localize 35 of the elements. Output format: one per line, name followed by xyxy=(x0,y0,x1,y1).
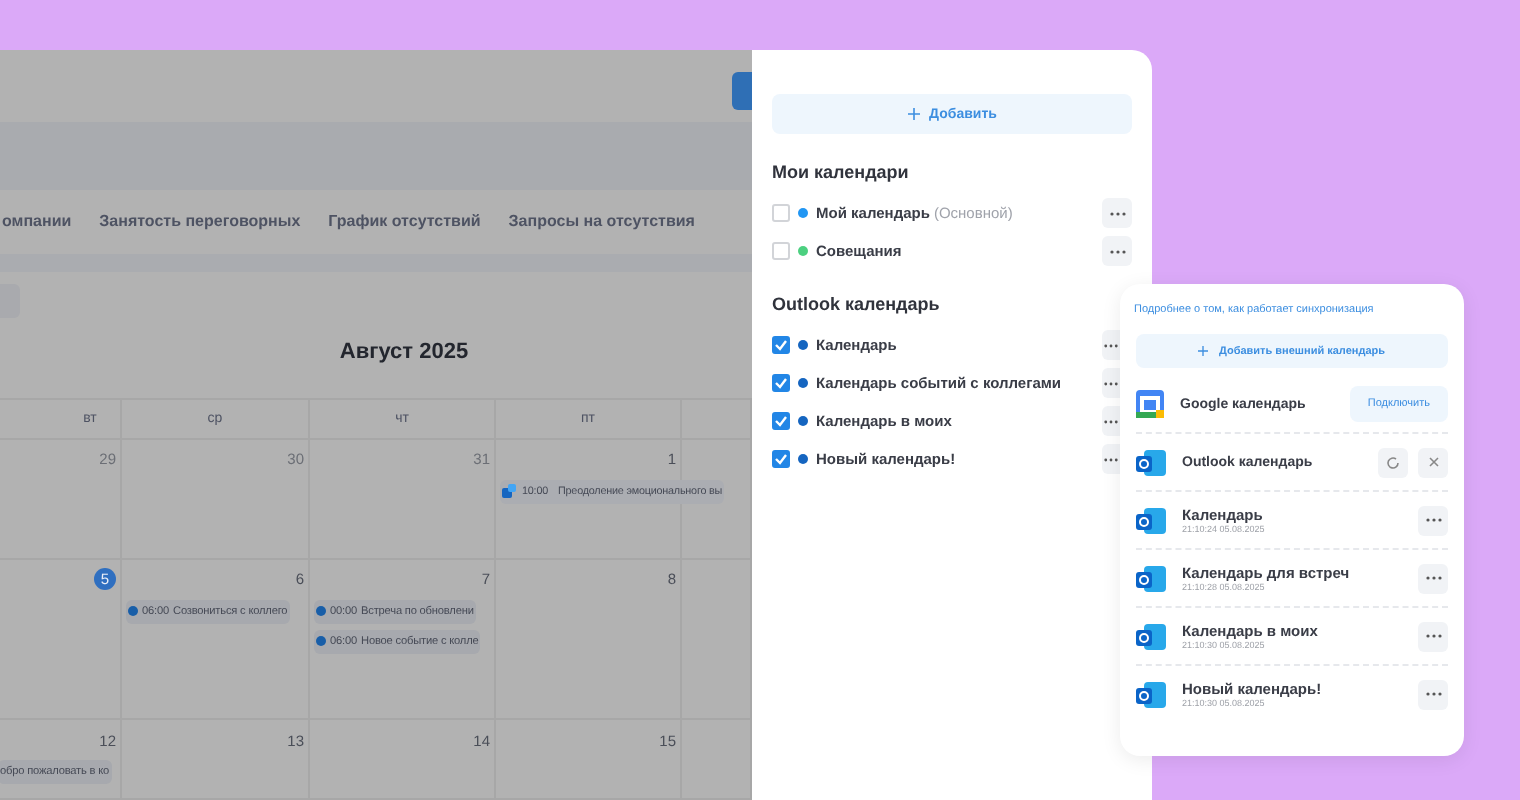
plus-icon xyxy=(907,108,920,120)
checkbox[interactable] xyxy=(772,450,790,468)
month-title: Август 2025 xyxy=(339,340,469,365)
nav-tab[interactable]: График отсутствий xyxy=(328,212,481,231)
close-icon xyxy=(1427,456,1439,468)
refresh-button[interactable] xyxy=(1378,447,1408,477)
checkbox[interactable] xyxy=(772,374,790,392)
event-dot-icon xyxy=(316,606,326,617)
more-button[interactable] xyxy=(1102,330,1120,360)
more-button[interactable] xyxy=(1102,444,1120,474)
nav-tab[interactable]: Запросы на отсутствия xyxy=(508,212,695,231)
plus-icon xyxy=(1198,346,1209,356)
calendar-app-icon xyxy=(1136,390,1164,418)
checkmark-icon xyxy=(774,414,788,428)
mail-app-icon xyxy=(1136,449,1166,475)
checkbox[interactable] xyxy=(772,336,790,354)
checkmark-icon xyxy=(774,452,788,466)
mail-app-icon xyxy=(1136,565,1166,591)
mail-app-icon xyxy=(1136,681,1166,707)
close-button[interactable] xyxy=(1418,447,1448,477)
checkmark-icon xyxy=(774,338,788,352)
refresh-icon xyxy=(1386,455,1400,469)
mail-app-icon xyxy=(1136,507,1166,533)
section-title: Outlook календарь xyxy=(772,294,942,314)
event-dot-icon xyxy=(128,606,138,617)
add-button[interactable] xyxy=(732,72,752,110)
checkbox[interactable] xyxy=(772,412,790,430)
more-button[interactable] xyxy=(1102,368,1120,398)
section-title: Мои календари xyxy=(772,162,911,182)
checkmark-icon xyxy=(774,376,788,390)
nav-tab[interactable]: омпании xyxy=(2,212,72,231)
more-button[interactable] xyxy=(1102,406,1120,436)
nav-tab[interactable]: Занятость переговорных xyxy=(99,212,301,231)
mail-app-icon xyxy=(1136,623,1166,649)
event-dot-icon xyxy=(316,636,326,647)
